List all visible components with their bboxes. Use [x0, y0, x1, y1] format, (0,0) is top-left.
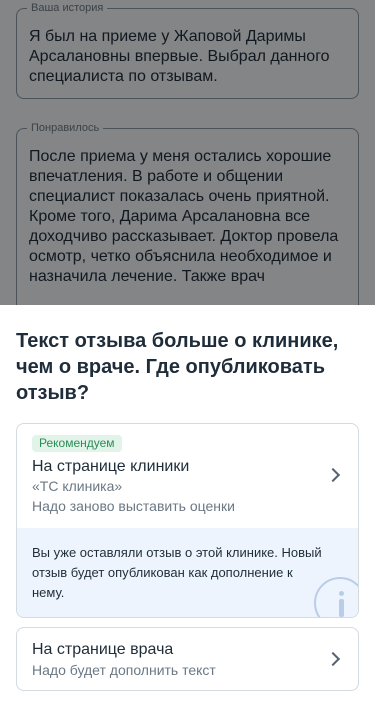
publish-on-clinic-option[interactable]: Рекомендуем На странице клиники «ТС клин… [16, 423, 359, 618]
clinic-option-title: На странице клиники [32, 458, 190, 475]
doctor-option-title: На странице врача [32, 641, 174, 658]
sheet-title: Текст отзыва больше о клинике, чем о вра… [16, 330, 339, 404]
doctor-option-subtitle: Надо будет дополнить текст [32, 662, 216, 678]
clinic-option-subtitle: Надо заново выставить оценки [32, 498, 235, 514]
modal-overlay[interactable] [0, 0, 375, 305]
chevron-right-icon [325, 651, 341, 667]
clinic-info-text: Вы уже оставляли отзыв о этой клинике. Н… [32, 545, 322, 600]
clinic-info-block: Вы уже оставляли отзыв о этой клинике. Н… [17, 528, 358, 617]
recommended-badge: Рекомендуем [32, 435, 122, 452]
publish-on-doctor-option[interactable]: На странице врача Надо будет дополнить т… [16, 627, 359, 691]
chevron-right-icon [325, 467, 341, 483]
clinic-name: «ТС клиника» [32, 478, 123, 494]
